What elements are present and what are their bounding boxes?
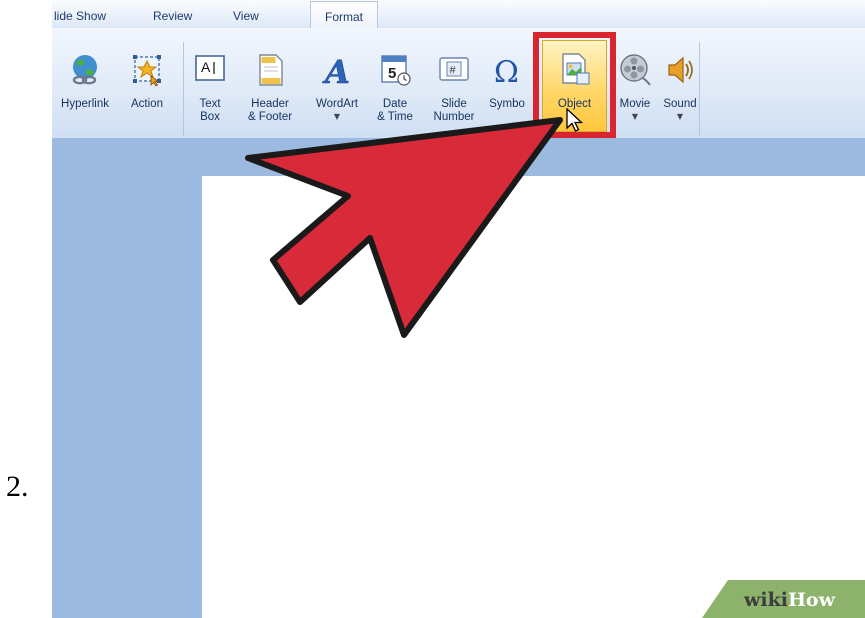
mouse-cursor-icon xyxy=(566,108,584,132)
wikihow-watermark: wikiHow xyxy=(702,580,865,618)
powerpoint-window: lide Show Review View Format Hyperlink A… xyxy=(52,0,865,618)
wikihow-logo-text: wikiHow xyxy=(744,589,835,611)
red-pointer-arrow-icon xyxy=(245,117,563,338)
step-number: 2. xyxy=(6,470,29,503)
